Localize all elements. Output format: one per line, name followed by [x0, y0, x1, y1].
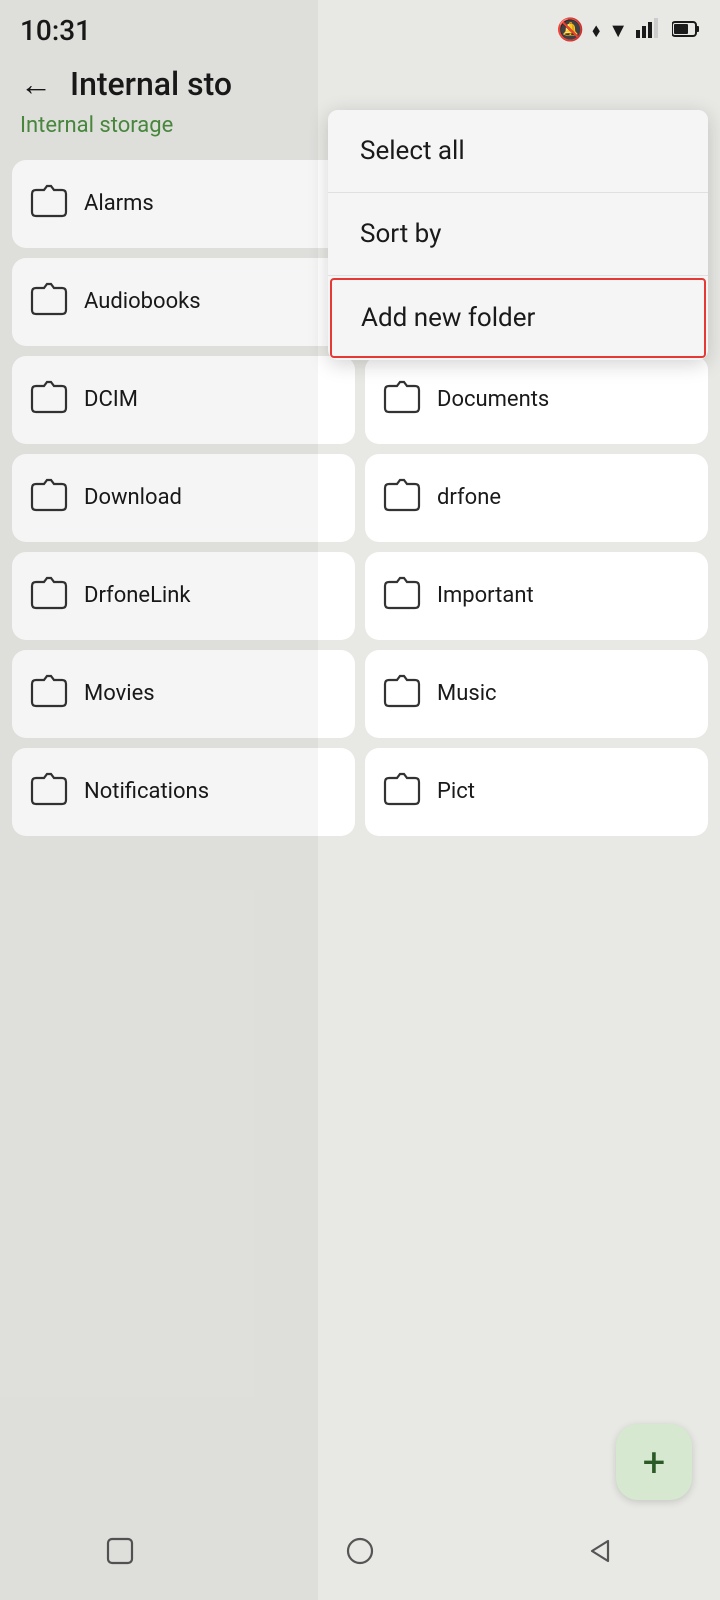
- folder-pictures[interactable]: Pict: [365, 748, 708, 836]
- nav-home-icon[interactable]: [342, 1533, 378, 1577]
- folder-icon: [383, 674, 421, 714]
- folder-music[interactable]: Music: [365, 650, 708, 738]
- folder-drfone[interactable]: drfone: [365, 454, 708, 542]
- folder-name: Music: [437, 680, 497, 709]
- mute-icon: 🔕: [557, 18, 584, 43]
- signal-icon: [636, 18, 664, 43]
- wifi-icon: ▼: [608, 18, 628, 43]
- nav-back-icon[interactable]: [582, 1533, 618, 1577]
- menu-item-sort-by[interactable]: Sort by: [328, 193, 708, 275]
- dropdown-backdrop[interactable]: [0, 0, 318, 1600]
- divider: [328, 275, 708, 276]
- folder-important[interactable]: Important: [365, 552, 708, 640]
- folder-name: drfone: [437, 484, 501, 513]
- bluetooth-icon: ⬧: [592, 20, 600, 41]
- folder-icon: [383, 772, 421, 812]
- fab-button[interactable]: +: [616, 1424, 692, 1500]
- menu-item-select-all[interactable]: Select all: [328, 110, 708, 192]
- folder-name: Pict: [437, 778, 475, 807]
- menu-item-add-folder[interactable]: Add new folder: [330, 278, 706, 358]
- context-menu: Select all Sort by Add new folder: [328, 110, 708, 360]
- status-icons: 🔕 ⬧ ▼: [557, 18, 700, 43]
- folder-icon: [383, 478, 421, 518]
- folder-name: Important: [437, 582, 534, 611]
- folder-icon: [383, 380, 421, 420]
- folder-icon: [383, 576, 421, 616]
- battery-icon: [672, 19, 700, 43]
- folder-documents[interactable]: Documents: [365, 356, 708, 444]
- folder-name: Documents: [437, 386, 549, 415]
